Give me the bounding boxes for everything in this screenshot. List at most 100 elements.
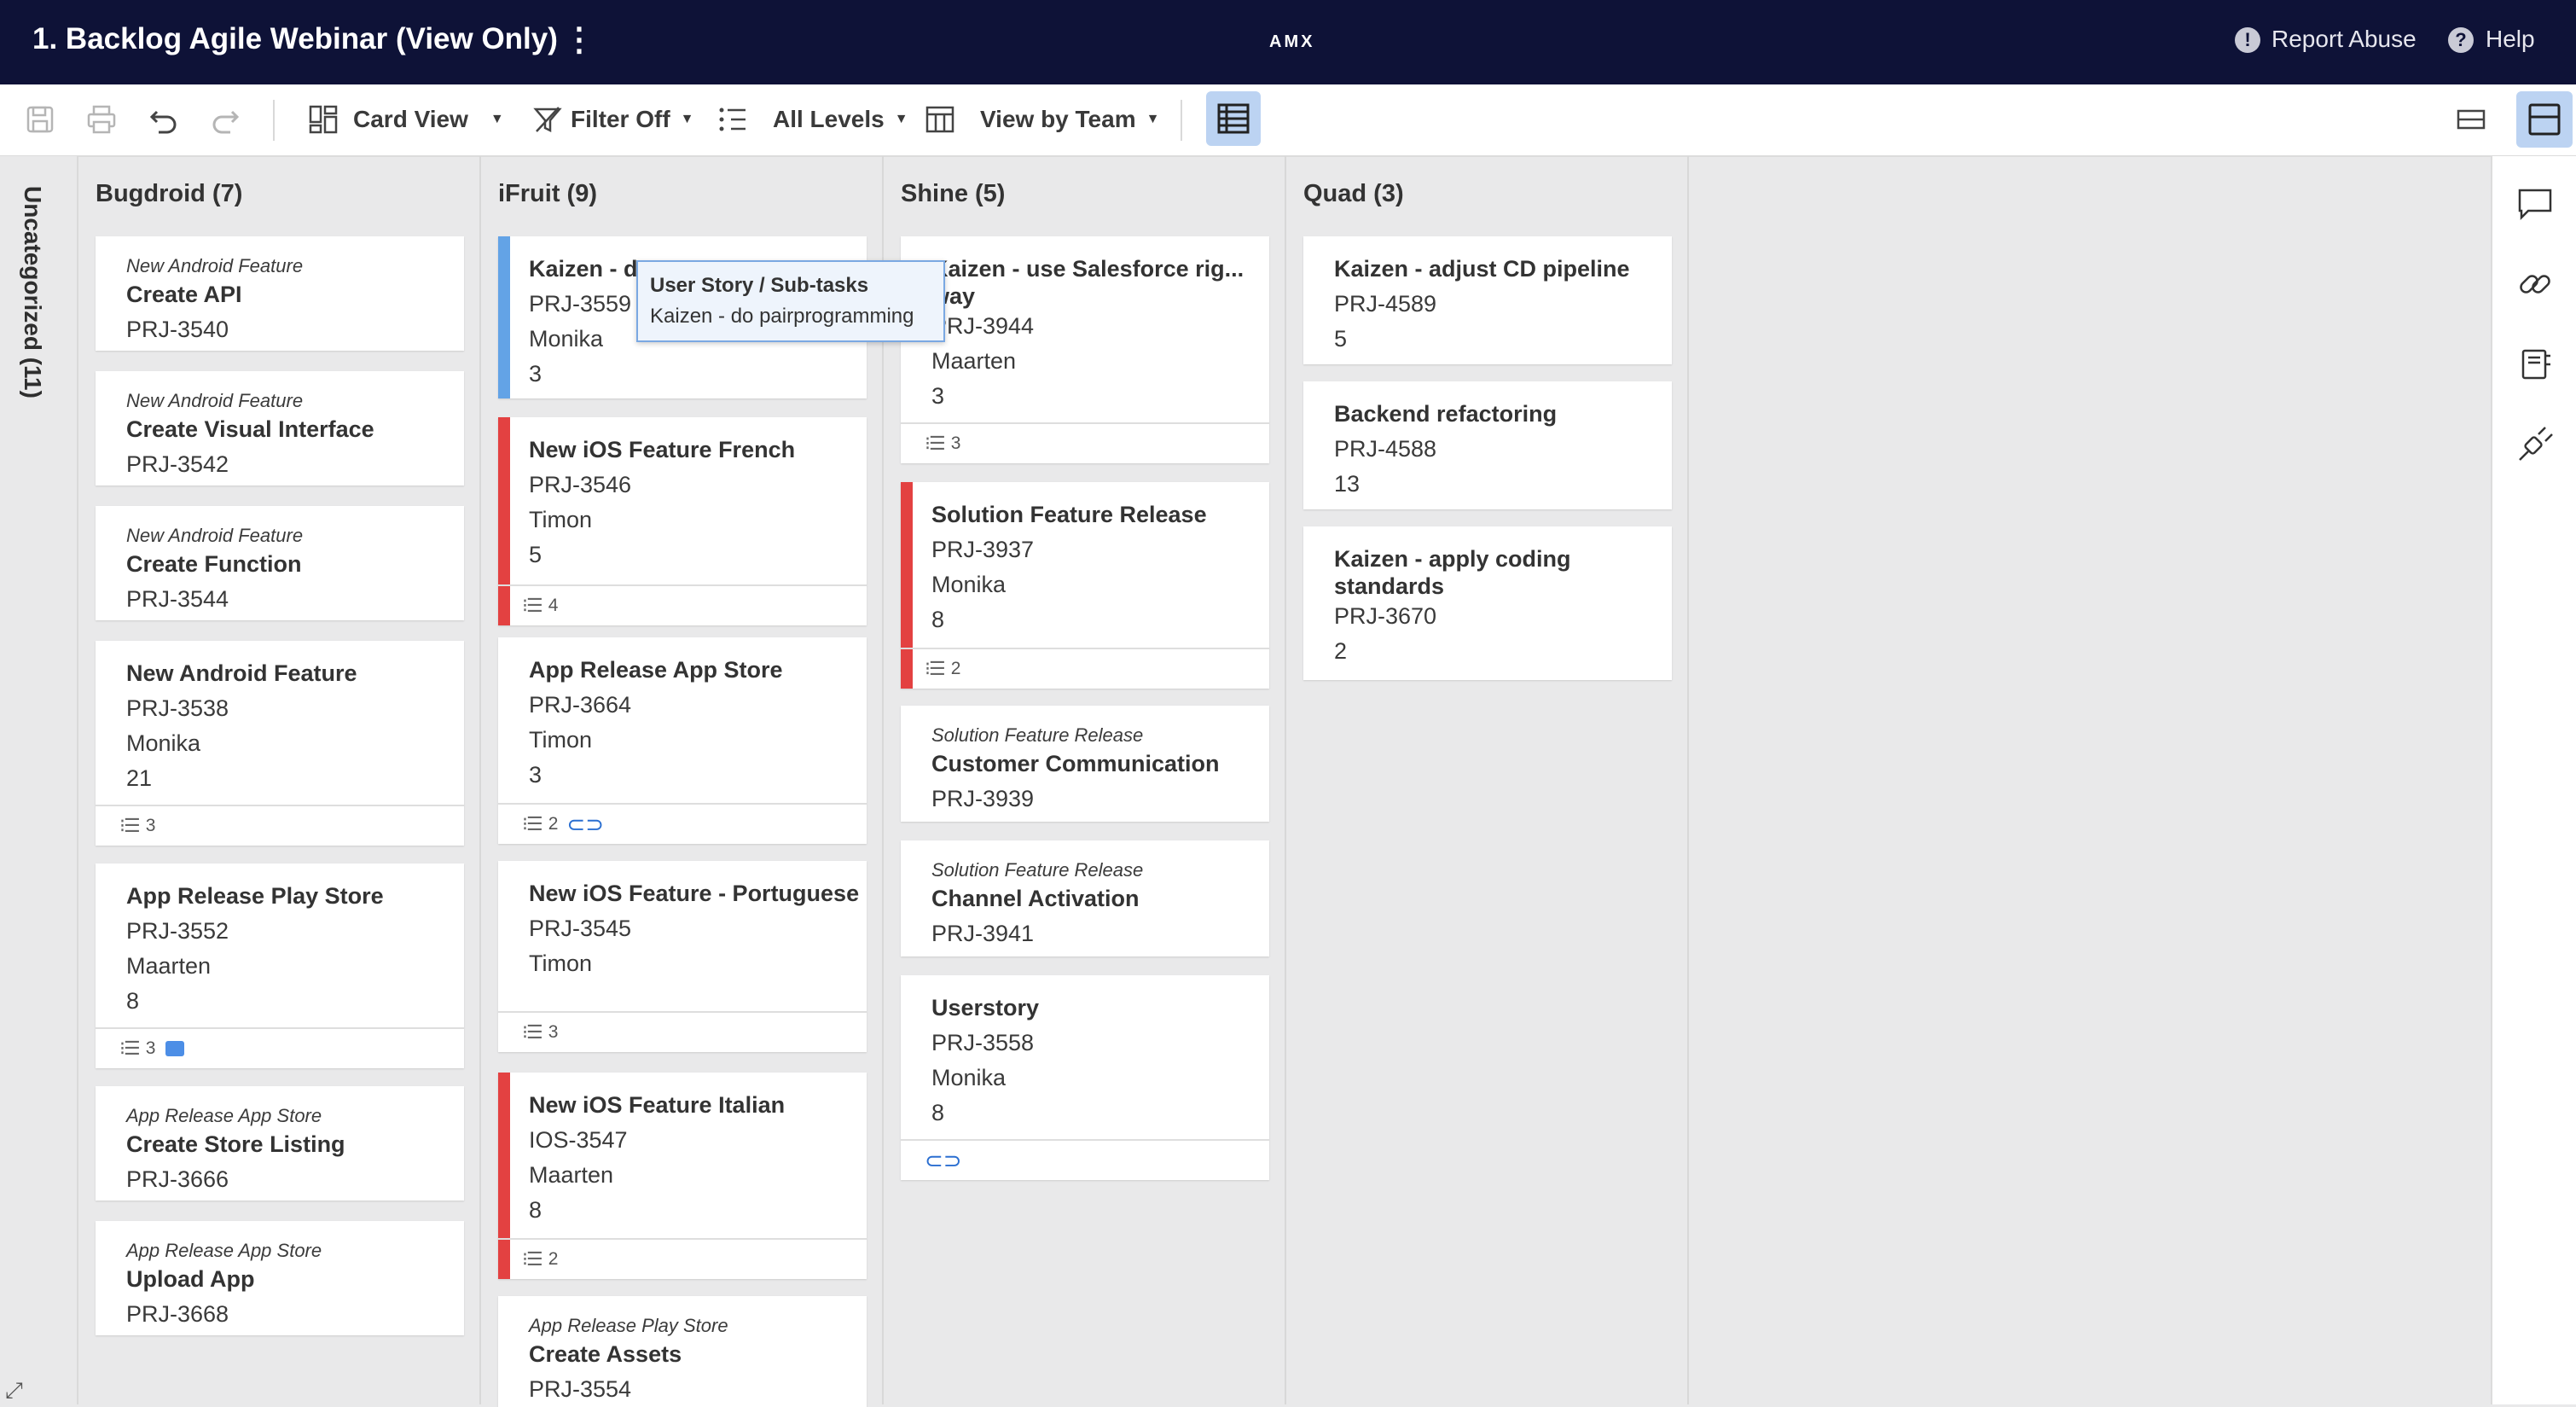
card[interactable]: New Android Feature Create Function PRJ-… [96, 506, 464, 620]
card-footer: ⊂⊃ [901, 1139, 1269, 1180]
split-panel-button[interactable] [2516, 91, 2573, 148]
subtasks-icon: ⁝☰ [522, 813, 543, 834]
card-title: New iOS Feature - Portuguese [529, 881, 860, 906]
card-points: 5 [529, 542, 542, 567]
subtask-count: 3 [145, 816, 156, 835]
card-footer: ⁝☰ 2 ⊂⊃ [498, 803, 867, 844]
card[interactable]: App Release Play Store PRJ-3552 Maarten … [96, 863, 464, 1068]
card-title: App Release Play Store [126, 883, 384, 909]
card[interactable]: Solution Feature Release Channel Activat… [901, 840, 1269, 956]
card-parent: New Android Feature [126, 525, 304, 546]
card-id: PRJ-3664 [529, 692, 632, 718]
expand-icon[interactable]: ⤢ [5, 1377, 23, 1404]
card-title: Backend refactoring [1334, 401, 1558, 427]
comment-icon[interactable] [2516, 185, 2554, 223]
card[interactable]: App Release App Store Upload App PRJ-366… [96, 1221, 464, 1335]
notes-icon[interactable] [2516, 346, 2554, 383]
card-title: Userstory [931, 995, 1040, 1020]
card-points: 8 [126, 988, 140, 1014]
tooltip-body: Kaizen - do pairprogramming [650, 305, 914, 328]
card-view-dropdown[interactable]: Card View ▼ [309, 102, 504, 137]
team-column-ifruit: iFruit (9) Kaizen - d PRJ-3559 Monika 3 … [481, 156, 884, 1407]
print-icon[interactable] [86, 102, 117, 137]
column-title: Bugdroid (7) [96, 180, 243, 207]
levels-dropdown[interactable]: All Levels ▼ [718, 102, 908, 137]
attachment-icon[interactable]: ⊂⊃ [925, 1148, 962, 1174]
card[interactable]: App Release App Store Create Store Listi… [96, 1086, 464, 1201]
card-id: PRJ-4589 [1334, 291, 1437, 317]
card-view-icon [309, 105, 338, 134]
card-owner: Timon [529, 507, 593, 532]
chevron-down-icon: ▼ [894, 112, 908, 126]
attachment-icon[interactable]: ⊂⊃ [566, 811, 604, 838]
card-points: 5 [1334, 326, 1348, 352]
card-points: 8 [931, 1100, 945, 1125]
card-points: 2 [1334, 638, 1348, 664]
card-points: 21 [126, 765, 153, 791]
comment-icon[interactable] [165, 1041, 185, 1056]
card-title: Create Store Listing [126, 1131, 345, 1157]
help-link[interactable]: Help [2486, 26, 2535, 53]
card-points: 3 [529, 762, 542, 788]
subtask-count: 2 [548, 814, 559, 834]
card-id: PRJ-3941 [931, 921, 1035, 946]
card[interactable]: New iOS Feature Italian IOS-3547 Maarten… [498, 1073, 867, 1279]
card[interactable]: New Android Feature PRJ-3538 Monika 21 ⁝… [96, 641, 464, 846]
card[interactable]: Kaizen - apply coding standards PRJ-3670… [1303, 526, 1672, 680]
card-tooltip: User Story / Sub-tasks Kaizen - do pairp… [636, 260, 945, 342]
card[interactable]: Solution Feature Release PRJ-3937 Monika… [901, 482, 1269, 689]
collapse-rows-icon[interactable] [2457, 102, 2486, 137]
link-icon[interactable] [2516, 265, 2554, 303]
uncategorized-label[interactable]: Uncategorized (11) [19, 186, 46, 398]
more-vertical-icon[interactable]: ⋮ [563, 20, 595, 59]
card[interactable]: New iOS Feature - Portuguese PRJ-3545 Ti… [498, 861, 867, 1052]
card-title: App Release App Store [529, 657, 783, 683]
card[interactable]: Solution Feature Release Customer Commun… [901, 706, 1269, 822]
card-parent: New Android Feature [126, 390, 304, 411]
card[interactable]: New Android Feature Create API PRJ-3540 [96, 236, 464, 351]
card[interactable]: Backend refactoring PRJ-4588 13 [1303, 381, 1672, 509]
card-parent: Solution Feature Release [931, 724, 1144, 746]
card[interactable]: App Release Play Store Create Assets PRJ… [498, 1296, 867, 1407]
card-id: PRJ-3546 [529, 472, 632, 497]
card[interactable]: New Android Feature Create Visual Interf… [96, 371, 464, 485]
card-parent: App Release App Store [126, 1240, 322, 1261]
card-title: New Android Feature [126, 660, 357, 686]
card-owner: Maarten [931, 348, 1017, 374]
card-id: PRJ-3558 [931, 1030, 1035, 1055]
report-abuse-link[interactable]: Report Abuse [2271, 26, 2416, 53]
card-id: PRJ-3554 [529, 1376, 632, 1402]
card-title: Create Assets [529, 1341, 682, 1367]
redo-icon[interactable] [210, 102, 241, 137]
save-icon[interactable] [26, 102, 55, 137]
card-title: Solution Feature Release [931, 502, 1207, 527]
card[interactable]: App Release App Store PRJ-3664 Timon 3 ⁝… [498, 637, 867, 844]
subtasks-icon: ⁝☰ [522, 595, 543, 616]
filter-label: Filter Off [571, 106, 670, 132]
subtask-count: 3 [145, 1038, 156, 1058]
card[interactable]: Userstory PRJ-3558 Monika 8 ⊂⊃ [901, 975, 1269, 1180]
filter-dropdown[interactable]: Filter Off ▼ [533, 102, 694, 137]
card-id: PRJ-3544 [126, 586, 229, 612]
card-points: 8 [529, 1197, 542, 1223]
column-title: iFruit (9) [498, 180, 597, 207]
card[interactable]: Kaizen - use Salesforce rig... way PRJ-3… [901, 236, 1269, 463]
card-parent: New Android Feature [126, 255, 304, 276]
grid-view-button[interactable] [1206, 91, 1261, 146]
card-parent: App Release Play Store [529, 1315, 728, 1336]
card[interactable]: New iOS Feature French PRJ-3546 Timon 5 … [498, 417, 867, 625]
board-title: 1. Backlog Agile Webinar (View Only) [32, 22, 558, 55]
plugin-icon[interactable] [2516, 426, 2554, 463]
alert-icon: ! [2235, 27, 2260, 53]
card-parent: App Release App Store [126, 1105, 322, 1126]
card[interactable]: Kaizen - adjust CD pipeline PRJ-4589 5 [1303, 236, 1672, 364]
card-view-label: Card View [353, 106, 468, 132]
undo-icon[interactable] [148, 102, 179, 137]
subtask-count: 3 [950, 433, 961, 453]
subtasks-icon: ⁝☰ [925, 433, 946, 454]
view-by-team-dropdown[interactable]: View by Team ▼ [925, 102, 1159, 137]
chevron-down-icon: ▼ [490, 112, 504, 126]
subtasks-icon: ⁝☰ [522, 1248, 543, 1270]
card-id: PRJ-3937 [931, 537, 1035, 562]
card-title-continued: way [931, 283, 976, 309]
